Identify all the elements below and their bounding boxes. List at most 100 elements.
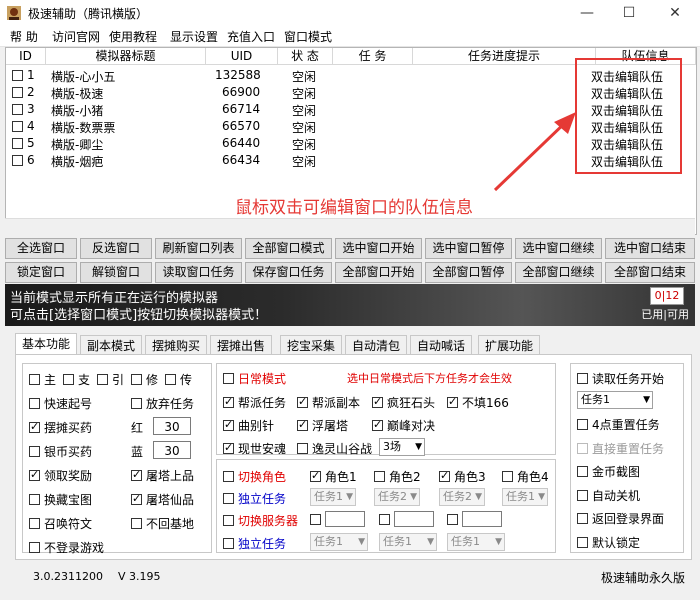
- option-role-1[interactable]: 角色1: [310, 468, 357, 485]
- column-header-uid[interactable]: UID: [206, 48, 278, 65]
- menu-tutorial[interactable]: 使用教程: [109, 28, 157, 45]
- all-start-button[interactable]: 全部窗口开始: [335, 262, 422, 283]
- server2-input[interactable]: [394, 511, 434, 527]
- red-potion-input[interactable]: 30: [153, 417, 191, 435]
- option-no-login[interactable]: 不登录游戏: [29, 539, 104, 556]
- role3-task-select[interactable]: 任务2 ▼: [439, 488, 485, 506]
- row-checkbox[interactable]: [12, 70, 23, 81]
- tab-stall-sell[interactable]: 摆摊出售: [210, 335, 272, 355]
- task-select[interactable]: 任务1 ▼: [577, 391, 653, 409]
- option-branch[interactable]: 支: [63, 371, 90, 388]
- tab-auto-shout[interactable]: 自动喊话: [410, 335, 472, 355]
- option-summon-rune[interactable]: 召唤符文: [29, 515, 92, 532]
- option-soul-requiem[interactable]: 现世安魂: [223, 440, 286, 457]
- role2-task-select[interactable]: 任务2 ▼: [374, 488, 420, 506]
- server2-task-select[interactable]: 任务1 ▼: [379, 533, 437, 551]
- invert-selection-button[interactable]: 反选窗口: [80, 238, 152, 259]
- column-header-id[interactable]: ID: [6, 48, 46, 65]
- option-exchange-map[interactable]: 换藏宝图: [29, 491, 92, 508]
- row-checkbox[interactable]: [12, 121, 23, 132]
- row-checkbox[interactable]: [12, 87, 23, 98]
- option-stall-buy-potion[interactable]: 摆摊买药: [29, 419, 92, 436]
- server1-task-select[interactable]: 任务1 ▼: [310, 533, 368, 551]
- all-resume-button[interactable]: 全部窗口继续: [515, 262, 602, 283]
- option-read-task-start[interactable]: 读取任务开始: [577, 370, 664, 387]
- option-switch-role[interactable]: 切换角色: [223, 468, 286, 485]
- tab-basic[interactable]: 基本功能: [15, 333, 77, 355]
- option-legend[interactable]: 传: [165, 371, 192, 388]
- option-gold-screenshot[interactable]: 金币截图: [577, 463, 640, 480]
- server3-checkbox[interactable]: [447, 514, 458, 525]
- row-checkbox[interactable]: [12, 104, 23, 115]
- unlock-window-button[interactable]: 解锁窗口: [80, 262, 152, 283]
- option-cultivate[interactable]: 修: [131, 371, 158, 388]
- role1-task-select[interactable]: 任务1 ▼: [310, 488, 356, 506]
- maximize-button[interactable]: ☐: [606, 0, 652, 26]
- option-main[interactable]: 主: [29, 371, 56, 388]
- option-pagoda[interactable]: 浮屠塔: [297, 417, 348, 434]
- server1-checkbox[interactable]: [310, 514, 321, 525]
- all-stop-button[interactable]: 全部窗口结束: [605, 262, 695, 283]
- role4-task-select[interactable]: 任务1 ▼: [502, 488, 548, 506]
- option-skip-166[interactable]: 不填166: [447, 394, 509, 411]
- minimize-button[interactable]: —: [564, 0, 610, 26]
- select-all-windows-button[interactable]: 全选窗口: [5, 238, 77, 259]
- option-default-lock[interactable]: 默认锁定: [577, 534, 640, 551]
- close-button[interactable]: ✕: [652, 0, 698, 26]
- lock-window-button[interactable]: 锁定窗口: [5, 262, 77, 283]
- option-abandon-task[interactable]: 放弃任务: [131, 395, 194, 412]
- option-role-3[interactable]: 角色3: [439, 468, 486, 485]
- selected-start-button[interactable]: 选中窗口开始: [335, 238, 422, 259]
- horizontal-scrollbar[interactable]: [5, 218, 695, 235]
- server3-input[interactable]: [462, 511, 502, 527]
- tab-treasure[interactable]: 挖宝采集: [280, 335, 342, 355]
- blue-potion-input[interactable]: 30: [153, 441, 191, 459]
- option-independent-task-2[interactable]: 独立任务: [223, 535, 286, 552]
- selected-resume-button[interactable]: 选中窗口继续: [515, 238, 602, 259]
- option-switch-server[interactable]: 切换服务器: [223, 512, 298, 529]
- column-header-status[interactable]: 状 态: [278, 48, 333, 65]
- column-header-title[interactable]: 模拟器标题: [46, 48, 206, 65]
- menu-help[interactable]: 帮 助: [10, 28, 38, 45]
- selected-stop-button[interactable]: 选中窗口结束: [605, 238, 695, 259]
- option-paperclip[interactable]: 曲别针: [223, 417, 274, 434]
- option-role-4[interactable]: 角色4: [502, 468, 549, 485]
- all-pause-button[interactable]: 全部窗口暂停: [425, 262, 512, 283]
- server2-checkbox[interactable]: [379, 514, 390, 525]
- menu-website[interactable]: 访问官网: [52, 28, 100, 45]
- server1-input[interactable]: [325, 511, 365, 527]
- menu-display-settings[interactable]: 显示设置: [170, 28, 218, 45]
- option-guild-task[interactable]: 帮派任务: [223, 394, 286, 411]
- option-silver-buy-potion[interactable]: 银币买药: [29, 443, 92, 460]
- server3-task-select[interactable]: 任务1 ▼: [447, 533, 505, 551]
- column-header-progress[interactable]: 任务进度提示: [413, 48, 596, 65]
- tab-extensions[interactable]: 扩展功能: [478, 335, 540, 355]
- option-independent-task[interactable]: 独立任务: [223, 490, 286, 507]
- option-reset-at-4[interactable]: 4点重置任务: [577, 416, 660, 433]
- option-tower-immortal[interactable]: 屠塔仙品: [131, 491, 194, 508]
- option-tower-superior[interactable]: 屠塔上品: [131, 467, 194, 484]
- option-daily-mode[interactable]: 日常模式: [223, 370, 286, 387]
- column-header-task[interactable]: 任 务: [333, 48, 413, 65]
- option-guide[interactable]: 引: [97, 371, 124, 388]
- option-return-login[interactable]: 返回登录界面: [577, 510, 664, 527]
- tab-clear-bag[interactable]: 自动清包: [345, 335, 407, 355]
- row-checkbox[interactable]: [12, 138, 23, 149]
- option-claim-reward[interactable]: 领取奖励: [29, 467, 92, 484]
- option-peak-duel[interactable]: 巅峰对决: [372, 417, 435, 434]
- option-role-2[interactable]: 角色2: [374, 468, 421, 485]
- tab-stall-buy[interactable]: 摆摊购买: [145, 335, 207, 355]
- option-no-return-base[interactable]: 不回基地: [131, 515, 194, 532]
- rounds-select[interactable]: 3场 ▼: [379, 438, 425, 456]
- tab-dungeon[interactable]: 副本模式: [80, 335, 142, 355]
- menu-recharge[interactable]: 充值入口: [227, 28, 275, 45]
- option-spirit-valley-battle[interactable]: 逸灵山谷战: [297, 440, 372, 457]
- selected-pause-button[interactable]: 选中窗口暂停: [425, 238, 512, 259]
- menu-window-mode[interactable]: 窗口模式: [284, 28, 332, 45]
- save-window-task-button[interactable]: 保存窗口任务: [245, 262, 332, 283]
- refresh-window-list-button[interactable]: 刷新窗口列表: [155, 238, 242, 259]
- option-crazy-stone[interactable]: 疯狂石头: [372, 394, 435, 411]
- option-quick-start[interactable]: 快速起号: [29, 395, 92, 412]
- row-checkbox[interactable]: [12, 155, 23, 166]
- all-window-mode-button[interactable]: 全部窗口模式: [245, 238, 332, 259]
